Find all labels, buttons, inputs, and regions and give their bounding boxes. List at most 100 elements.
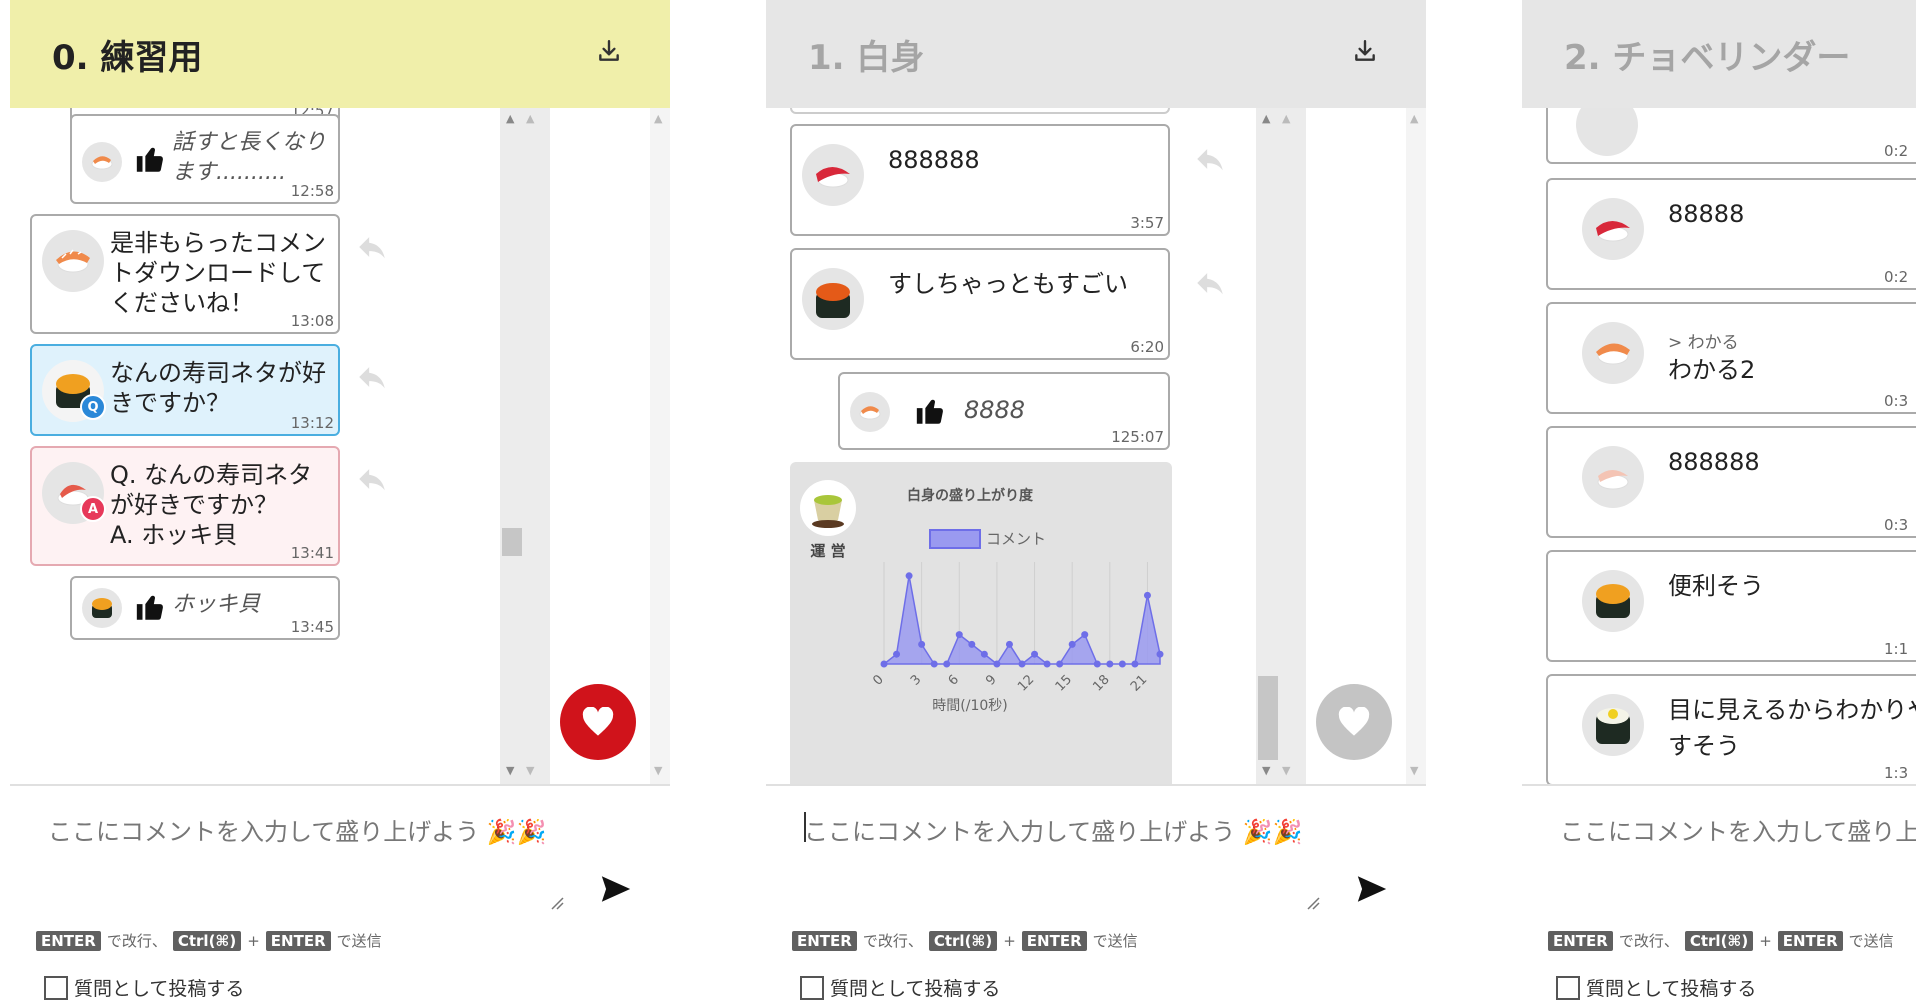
- message-text: 8888: [964, 396, 1026, 424]
- scroll-up-icon[interactable]: ▲: [1282, 112, 1290, 125]
- send-icon[interactable]: [1352, 872, 1392, 906]
- x-tick-label: 12: [1015, 672, 1037, 694]
- scroll-up-icon[interactable]: ▲: [654, 112, 662, 125]
- question-checkbox[interactable]: 質問として投稿する: [44, 974, 244, 1001]
- outer-scrollbar[interactable]: ▲ ▼: [1406, 108, 1426, 784]
- data-point: [980, 650, 988, 658]
- chart-card: 運 営 白身の盛り上がり度 コメント 0 3 6 9 12 15 18 21 時間(/10秒): [790, 462, 1172, 784]
- download-icon[interactable]: [1352, 38, 1378, 64]
- hint-text: で改行、: [106, 932, 167, 950]
- data-point: [1056, 660, 1064, 668]
- scroll-up-icon[interactable]: ▲: [526, 112, 534, 125]
- download-icon[interactable]: [596, 38, 622, 64]
- question-checkbox[interactable]: 質問として投稿する: [1556, 974, 1756, 1001]
- reply-icon[interactable]: [1190, 266, 1230, 300]
- message-time: 13:08: [290, 312, 334, 330]
- message-list[interactable]: 0:2 88888 0:2 > わかる わかる2 0:3 888888 0:3: [1522, 108, 1916, 784]
- message-list[interactable]: 888888 3:57 すしちゃっともすごい 6:20 8888 125:07 …: [766, 108, 1256, 784]
- reply-icon[interactable]: [352, 230, 392, 264]
- like-button[interactable]: [560, 684, 636, 760]
- avatar: [802, 268, 864, 330]
- scroll-thumb[interactable]: [502, 528, 522, 556]
- scroll-down-icon[interactable]: ▼: [506, 764, 514, 777]
- comment-input[interactable]: ここにコメントを入力して盛り上げよう 🎉🎉: [48, 812, 547, 847]
- message-time: 12:58: [290, 182, 334, 200]
- reaction-message[interactable]: 8888 125:07: [838, 372, 1170, 450]
- message-list[interactable]: 12:57 話すと長くなります.......... 12:58 是非もらったコメ…: [10, 108, 500, 784]
- scroll-up-icon[interactable]: ▲: [506, 112, 514, 125]
- message-card[interactable]: [790, 108, 1170, 114]
- like-button[interactable]: [1316, 684, 1392, 760]
- x-tick-label: 0: [870, 672, 886, 688]
- checkbox[interactable]: [44, 975, 68, 1000]
- avatar: [1576, 108, 1638, 156]
- resize-handle-icon[interactable]: [550, 896, 564, 910]
- message-card[interactable]: 888888 3:57: [790, 124, 1170, 236]
- message-card[interactable]: > わかる わかる2 0:3: [1546, 302, 1916, 414]
- reply-icon[interactable]: [1190, 142, 1230, 176]
- checkbox[interactable]: [1556, 975, 1580, 1000]
- message-text: 88888: [1668, 200, 1745, 228]
- reply-icon[interactable]: [352, 462, 392, 496]
- thumbs-up-icon: [136, 595, 163, 620]
- message-time: 13:45: [290, 618, 334, 636]
- hint-plus: +: [1759, 931, 1772, 950]
- message-time: 13:12: [290, 414, 334, 432]
- message-text: 話すと長くなります..........: [172, 130, 327, 185]
- avatar: [1582, 446, 1644, 508]
- message-text: なんの寿司ネタが好きですか？: [110, 359, 326, 417]
- message-card[interactable]: 0:2: [1546, 108, 1916, 164]
- scroll-thumb[interactable]: [1258, 676, 1278, 760]
- data-point: [893, 650, 901, 658]
- message-text: 目に見えるからわかりや すそう: [1668, 692, 1916, 764]
- scroll-down-icon[interactable]: ▼: [654, 764, 662, 777]
- reply-quote: > わかる: [1668, 333, 1739, 353]
- data-point: [943, 660, 951, 668]
- comment-activity-chart: 白身の盛り上がり度コメント 0 3 6 9 12 15 18 21 時間(/10秒): [870, 487, 1164, 714]
- message-card[interactable]: 888888 0:3: [1546, 426, 1916, 538]
- message-card[interactable]: 88888 0:2: [1546, 178, 1916, 290]
- scroll-down-icon[interactable]: ▼: [526, 764, 534, 777]
- panel-title: 2. チョベリンダー: [1564, 37, 1851, 78]
- checkbox[interactable]: [800, 975, 824, 1000]
- message-time: 0:2: [1884, 268, 1909, 286]
- reaction-message[interactable]: ホッキ貝 13:45: [70, 576, 340, 640]
- scroll-down-icon[interactable]: ▼: [1282, 764, 1290, 777]
- avatar: [1582, 198, 1644, 260]
- reaction-message[interactable]: 話すと長くなります.......... 12:58: [70, 114, 340, 204]
- comment-input[interactable]: ここにコメントを入力して盛り上: [1560, 812, 1916, 847]
- scroll-down-icon[interactable]: ▼: [1410, 764, 1418, 777]
- question-checkbox[interactable]: 質問として投稿する: [800, 974, 1000, 1001]
- checkbox-label: 質問として投稿する: [74, 978, 245, 1000]
- question-line: Q. なんの寿司ネタが好きですか？: [110, 461, 313, 519]
- message-card[interactable]: 目に見えるからわかりや すそう 1:3: [1546, 674, 1916, 784]
- data-point: [905, 572, 913, 580]
- message-text: わかる2: [1668, 356, 1756, 384]
- answer-message[interactable]: A Q. なんの寿司ネタが好きですか？ A. ホッキ貝 13:41: [30, 446, 340, 566]
- scroll-down-icon[interactable]: ▼: [1262, 764, 1270, 777]
- message-card[interactable]: 是非もらったコメントダウンロードしてくださいね！ 13:08: [30, 214, 340, 334]
- comment-input[interactable]: ここにコメントを入力して盛り上げよう 🎉🎉: [804, 812, 1303, 847]
- message-card[interactable]: 便利そう 1:1: [1546, 550, 1916, 662]
- keyboard-hint: ENTER で改行、 Ctrl(⌘) + ENTER で送信: [1548, 930, 1894, 951]
- outer-scrollbar[interactable]: ▲ ▼: [650, 108, 670, 784]
- data-point: [955, 631, 963, 639]
- scroll-up-icon[interactable]: ▲: [1410, 112, 1418, 125]
- data-point: [1106, 660, 1114, 668]
- scroll-up-icon[interactable]: ▲: [1262, 112, 1270, 125]
- kbd-key: ENTER: [1777, 930, 1843, 951]
- scrollbar[interactable]: ▲ ▲ ▼ ▼: [500, 108, 550, 784]
- question-badge: Q: [80, 394, 106, 420]
- reply-icon[interactable]: [352, 360, 392, 394]
- series-area: [881, 575, 1161, 666]
- avatar: [1582, 570, 1644, 632]
- resize-handle-icon[interactable]: [1306, 896, 1320, 910]
- comment-composer: ここにコメントを入力して盛り上げよう 🎉🎉 ENTER で改行、 Ctrl(⌘)…: [766, 784, 1426, 1006]
- question-message[interactable]: Q なんの寿司ネタが好きですか？ 13:12: [30, 344, 340, 436]
- comment-composer: ここにコメントを入力して盛り上 ENTER で改行、 Ctrl(⌘) + ENT…: [1522, 784, 1916, 1006]
- kbd-key: ENTER: [265, 930, 331, 951]
- scrollbar[interactable]: ▲ ▲ ▼ ▼: [1256, 108, 1306, 784]
- message-card[interactable]: すしちゃっともすごい 6:20: [790, 248, 1170, 360]
- chat-panel-2: 2. チョベリンダー 0:2 88888 0:2 > わかる わかる2 0:3 …: [1522, 0, 1916, 1006]
- send-icon[interactable]: [596, 872, 636, 906]
